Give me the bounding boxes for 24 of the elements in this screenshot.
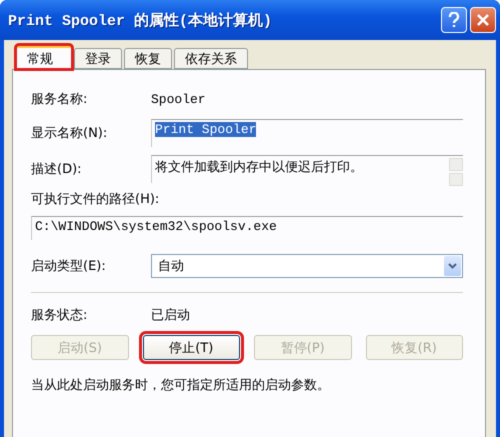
field-label: 显示名称(N): xyxy=(31,125,108,142)
field-label: 启动类型(E): xyxy=(31,258,107,275)
close-button[interactable] xyxy=(470,7,496,33)
field-value: 已启动 xyxy=(151,307,191,324)
field-label: 可执行文件的路径(H): xyxy=(31,191,160,209)
tab[interactable]: 依存关系 xyxy=(174,48,248,69)
path-field[interactable]: C:\WINDOWS\system32\spoolsv.exe xyxy=(31,216,463,240)
field-label: 服务名称: xyxy=(31,91,88,108)
description-field[interactable]: 将文件加载到内存中以便迟后打印。 xyxy=(151,155,463,183)
startup-type-dropdown[interactable]: 自动 xyxy=(151,254,463,278)
hint-text: 当从此处启动服务时，您可指定所适用的启动参数。 xyxy=(31,377,331,394)
help-button[interactable] xyxy=(441,7,467,33)
window-title: Print Spooler 的属性(本地计算机) xyxy=(8,11,274,30)
close-icon xyxy=(476,13,490,27)
field-label: 服务状态: xyxy=(31,307,88,324)
tab[interactable]: 常规 xyxy=(16,45,72,69)
field-value: Spooler xyxy=(151,92,207,106)
tab[interactable]: 登录 xyxy=(74,48,122,69)
chevron-down-icon xyxy=(448,263,457,269)
scrollbar-icon xyxy=(449,158,463,186)
help-icon xyxy=(448,12,460,28)
display-name-field[interactable]: Print Spooler xyxy=(151,119,463,147)
field-label: 描述(D): xyxy=(31,161,83,178)
tab[interactable]: 恢复 xyxy=(124,48,172,69)
